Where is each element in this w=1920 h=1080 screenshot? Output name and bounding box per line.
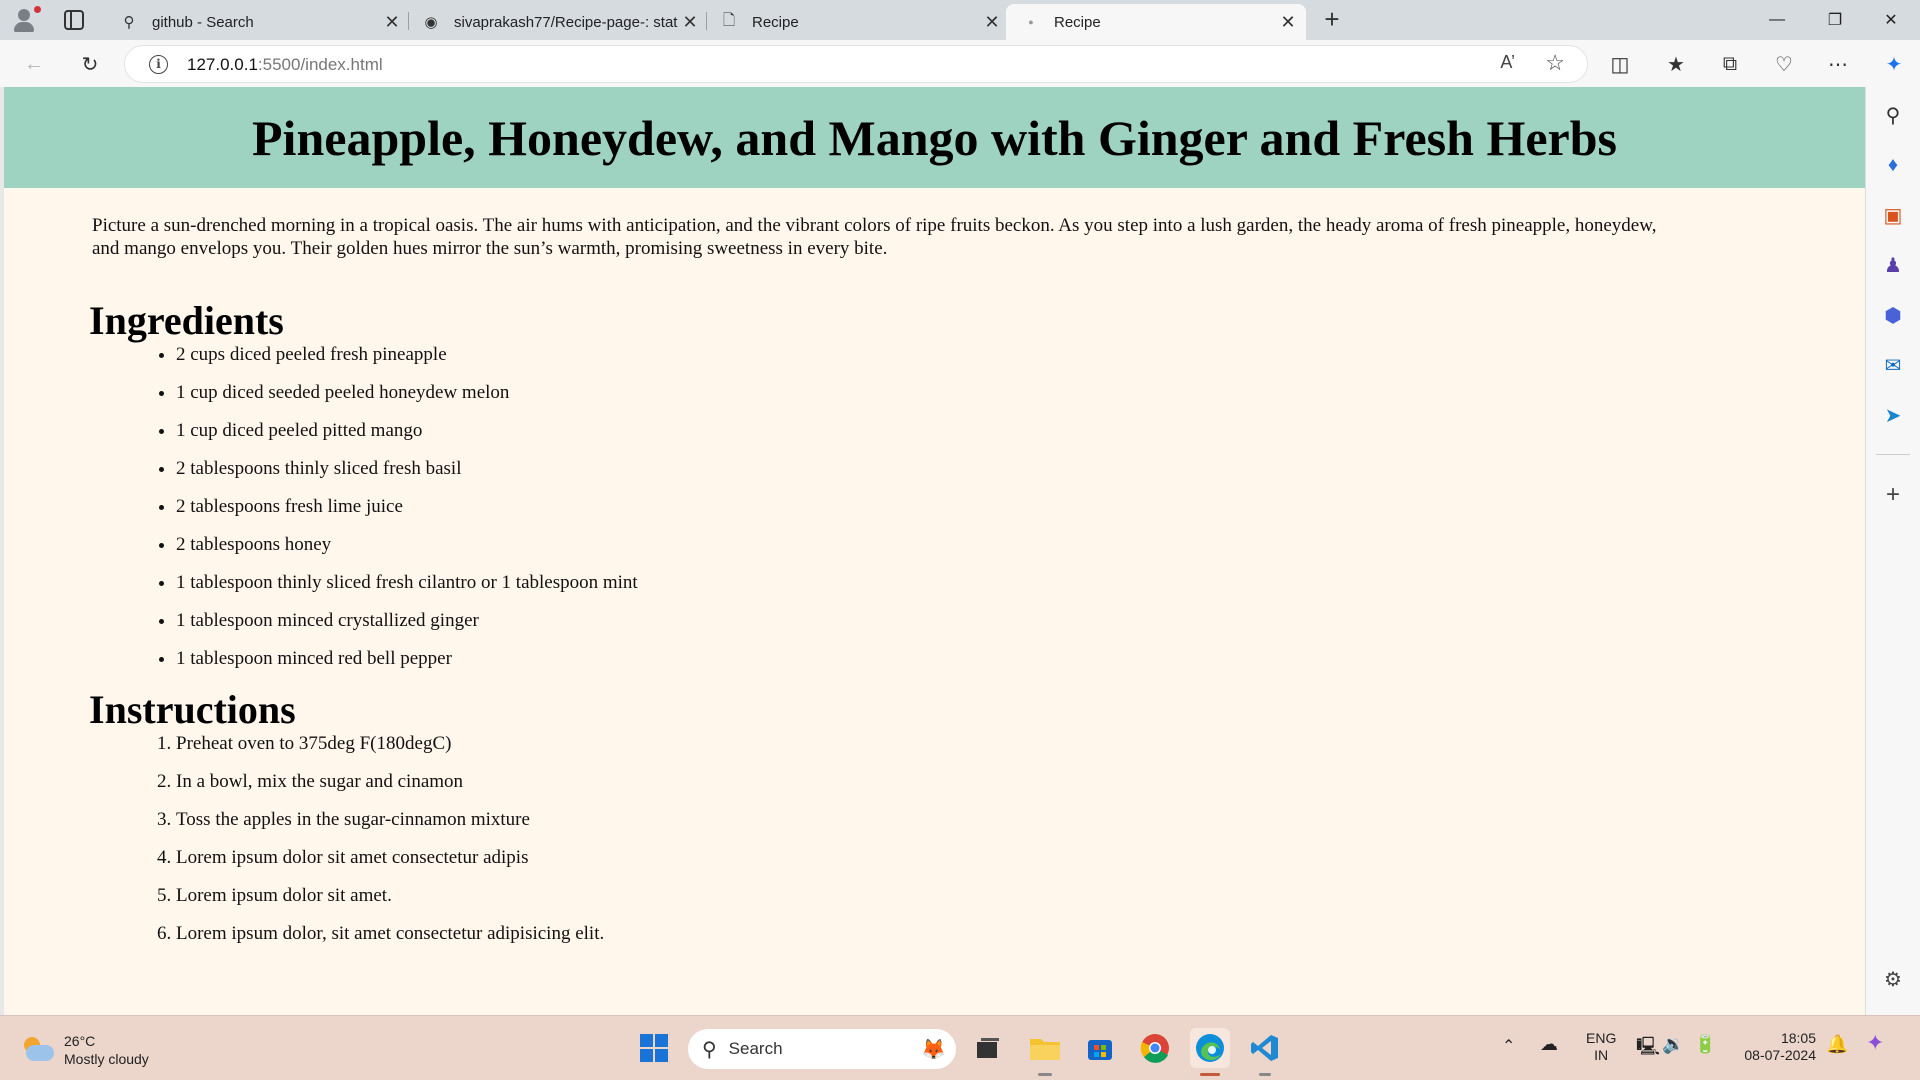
weather-widget[interactable]: 26°C Mostly cloudy	[20, 1032, 149, 1068]
new-tab-button[interactable]: +	[1318, 6, 1346, 34]
clock[interactable]: 18:05 08-07-2024	[1738, 1030, 1816, 1064]
tab-github-repo[interactable]: ◉ sivaprakash77/Recipe-page-: stat ✕	[420, 4, 702, 40]
favorites-icon[interactable]: ★	[1660, 48, 1692, 80]
games-icon[interactable]: ♟	[1879, 251, 1907, 279]
chrome-icon[interactable]	[1135, 1028, 1175, 1068]
page-icon: 🗋	[722, 11, 736, 29]
list-item: 2 cups diced peeled fresh pineapple	[176, 343, 638, 381]
back-button[interactable]: ←	[18, 48, 50, 80]
more-menu-icon[interactable]: ⋯	[1822, 48, 1854, 80]
read-aloud-icon[interactable]: A’	[1500, 52, 1515, 73]
close-window-button[interactable]: ✕	[1862, 0, 1920, 40]
tab-strip: ⚲ github - Search ✕ ◉ sivaprakash77/Reci…	[0, 0, 1920, 40]
microsoft-store-icon[interactable]	[1080, 1028, 1120, 1068]
search-highlight-icon: 🦊	[921, 1038, 946, 1061]
list-item: 2 tablespoons thinly sliced fresh basil	[176, 457, 638, 495]
refresh-button[interactable]: ↻	[74, 48, 106, 80]
instructions-heading: Instructions	[89, 687, 296, 732]
instructions-list: Preheat oven to 375deg F(180degC) In a b…	[176, 732, 604, 960]
search-icon: ⚲	[702, 1038, 717, 1061]
tab-title: Recipe	[1054, 13, 1101, 31]
network-icon[interactable]: 🖳	[1636, 1034, 1660, 1064]
edge-browser-icon[interactable]	[1190, 1028, 1230, 1068]
volume-icon[interactable]: 🔉	[1662, 1034, 1684, 1055]
notifications-icon[interactable]: 🔔	[1826, 1034, 1848, 1055]
minimize-button[interactable]: —	[1748, 0, 1806, 40]
edge-sidebar: ⚲ ♦ ▣ ♟ ⬢ ✉ ➤ + ⚙	[1866, 87, 1920, 1015]
tab-recipe-active[interactable]: ● Recipe ✕	[1006, 4, 1306, 40]
outlook-icon[interactable]: ✉	[1879, 351, 1907, 379]
weather-temp: 26°C	[64, 1033, 96, 1049]
tab-title: sivaprakash77/Recipe-page-: stat	[454, 13, 678, 31]
collections-icon[interactable]: ⧉	[1714, 48, 1746, 80]
onedrive-cloud-icon[interactable]: ☁	[1540, 1034, 1558, 1055]
task-view-icon[interactable]	[968, 1028, 1008, 1068]
drop-send-icon[interactable]: ➤	[1879, 401, 1907, 429]
list-item: 1 tablespoon minced red bell pepper	[176, 647, 638, 685]
list-item: Lorem ipsum dolor sit amet consectetur a…	[176, 846, 604, 884]
copilot-icon[interactable]: ✦	[1878, 48, 1910, 80]
search-icon[interactable]: ⚲	[1879, 101, 1907, 129]
tab-title: github - Search	[152, 13, 254, 31]
list-item: Lorem ipsum dolor, sit amet consectetur …	[176, 922, 604, 960]
page-icon: ●	[1028, 17, 1034, 27]
page-header: Pineapple, Honeydew, and Mango with Ging…	[4, 87, 1865, 188]
sidebar-settings-gear-icon[interactable]: ⚙	[1879, 965, 1907, 993]
page-viewport: Pineapple, Honeydew, and Mango with Ging…	[4, 87, 1866, 1015]
weather-desc: Mostly cloudy	[64, 1051, 149, 1067]
list-item: In a bowl, mix the sugar and cinamon	[176, 770, 604, 808]
shopping-tag-icon[interactable]: ♦	[1879, 151, 1907, 179]
show-hidden-icons-chevron-icon[interactable]: ⌃	[1502, 1036, 1515, 1056]
taskbar-search-box[interactable]: ⚲ Search 🦊	[688, 1029, 956, 1069]
close-icon[interactable]: ✕	[1276, 12, 1300, 33]
close-icon[interactable]: ✕	[678, 12, 702, 33]
partly-cloudy-icon	[20, 1035, 56, 1065]
browser-essentials-icon[interactable]: ♡	[1768, 48, 1800, 80]
search-icon: ⚲	[123, 14, 135, 31]
close-icon[interactable]: ✕	[980, 12, 1004, 33]
restore-button[interactable]: ❐	[1806, 0, 1864, 40]
tab-recipe[interactable]: 🗋 Recipe ✕	[718, 4, 1004, 40]
add-sidebar-app-icon[interactable]: +	[1879, 481, 1907, 509]
taskbar-search-label: Search	[728, 1039, 783, 1058]
start-button[interactable]	[634, 1028, 674, 1068]
tab-title: Recipe	[752, 13, 799, 31]
browser-toolbar: ← ↻ i 127.0.0.1:5500/index.html A’ ☆ ◫ ★…	[0, 40, 1920, 87]
split-screen-icon[interactable]: ◫	[1604, 48, 1636, 80]
language-indicator[interactable]: ENG IN	[1586, 1030, 1616, 1064]
list-item: 1 tablespoon minced crystallized ginger	[176, 609, 638, 647]
windows-taskbar: 26°C Mostly cloudy ⚲ Search 🦊 ⌃ ☁ ENG IN…	[0, 1015, 1920, 1080]
list-item: Toss the apples in the sugar-cinnamon mi…	[176, 808, 604, 846]
list-item: Preheat oven to 375deg F(180degC)	[176, 732, 604, 770]
list-item: 1 tablespoon thinly sliced fresh cilantr…	[176, 571, 638, 609]
list-item: Lorem ipsum dolor sit amet.	[176, 884, 604, 922]
profile-avatar-icon[interactable]	[10, 6, 41, 34]
close-icon[interactable]: ✕	[380, 12, 404, 33]
ingredients-heading: Ingredients	[89, 298, 284, 343]
page-title: Pineapple, Honeydew, and Mango with Ging…	[252, 109, 1617, 166]
list-item: 2 tablespoons honey	[176, 533, 638, 571]
tools-icon[interactable]: ▣	[1879, 201, 1907, 229]
tab-github-search[interactable]: ⚲ github - Search ✕	[118, 4, 404, 40]
ingredients-list: 2 cups diced peeled fresh pineapple 1 cu…	[176, 343, 638, 685]
address-bar[interactable]: i 127.0.0.1:5500/index.html A’ ☆	[124, 45, 1588, 83]
list-item: 2 tablespoons fresh lime juice	[176, 495, 638, 533]
list-item: 1 cup diced seeded peeled honeydew melon	[176, 381, 638, 419]
intro-paragraph: Picture a sun-drenched morning in a trop…	[92, 215, 1657, 259]
url-text[interactable]: 127.0.0.1:5500/index.html	[187, 55, 383, 75]
list-item: 1 cup diced peeled pitted mango	[176, 419, 638, 457]
file-explorer-icon[interactable]	[1025, 1028, 1065, 1068]
copilot-preview-icon[interactable]: ✦	[1866, 1030, 1884, 1056]
github-icon: ◉	[424, 14, 438, 31]
favorite-star-icon[interactable]: ☆	[1545, 50, 1565, 76]
vscode-icon[interactable]	[1245, 1028, 1285, 1068]
battery-icon[interactable]: 🔋	[1694, 1034, 1716, 1055]
microsoft-365-icon[interactable]: ⬢	[1879, 301, 1907, 329]
site-info-icon[interactable]: i	[149, 55, 168, 74]
tab-actions-icon[interactable]	[64, 10, 84, 30]
